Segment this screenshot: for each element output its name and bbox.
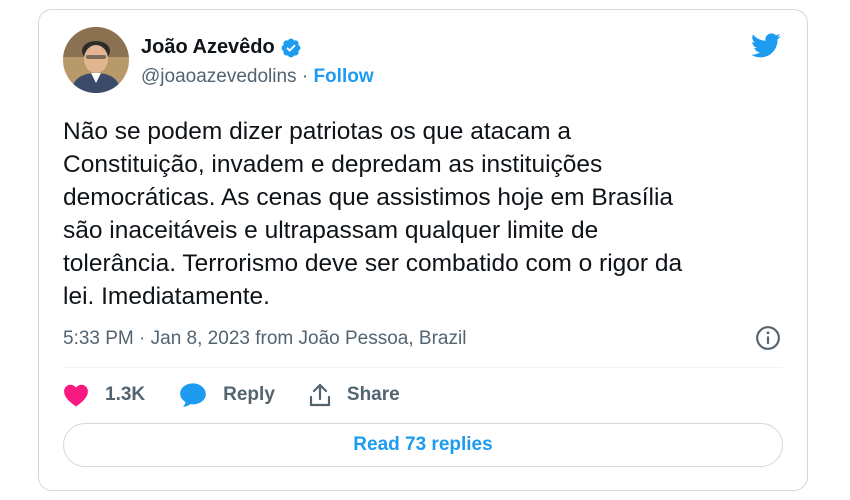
share-icon <box>309 383 330 407</box>
heart-icon <box>64 384 88 407</box>
author-handle-row: @joaoazevedolins · Follow <box>141 66 374 88</box>
author-name[interactable]: João Azevêdo <box>141 36 275 59</box>
share-button[interactable]: Share <box>309 383 400 407</box>
like-count: 1.3K <box>105 384 146 405</box>
tweet-card: João Azevêdo @joaoazevedolins · Follow N… <box>38 9 808 491</box>
tweet-text: Não se podem dizer patriotas os que atac… <box>63 118 683 310</box>
like-button[interactable]: 1.3K <box>63 383 145 407</box>
reply-label: Reply <box>223 384 275 405</box>
divider <box>63 367 783 368</box>
separator-dot: · <box>301 66 314 87</box>
read-replies-button[interactable]: Read 73 replies <box>63 423 783 467</box>
reply-button[interactable]: Reply <box>179 382 275 408</box>
avatar[interactable] <box>63 27 129 93</box>
verified-badge-icon <box>281 38 301 57</box>
follow-button[interactable]: Follow <box>313 66 373 87</box>
action-bar: 1.3K Reply Share <box>63 382 434 408</box>
info-icon[interactable] <box>755 325 781 351</box>
tweet-timestamp[interactable]: 5:33 PM · Jan 8, 2023 from João Pessoa, … <box>63 328 466 350</box>
author-name-row: João Azevêdo <box>141 36 302 59</box>
twitter-bird-icon[interactable] <box>749 30 783 60</box>
author-handle[interactable]: @joaoazevedolins <box>141 66 297 87</box>
reply-bubble-icon <box>180 383 206 407</box>
share-label: Share <box>346 384 400 405</box>
